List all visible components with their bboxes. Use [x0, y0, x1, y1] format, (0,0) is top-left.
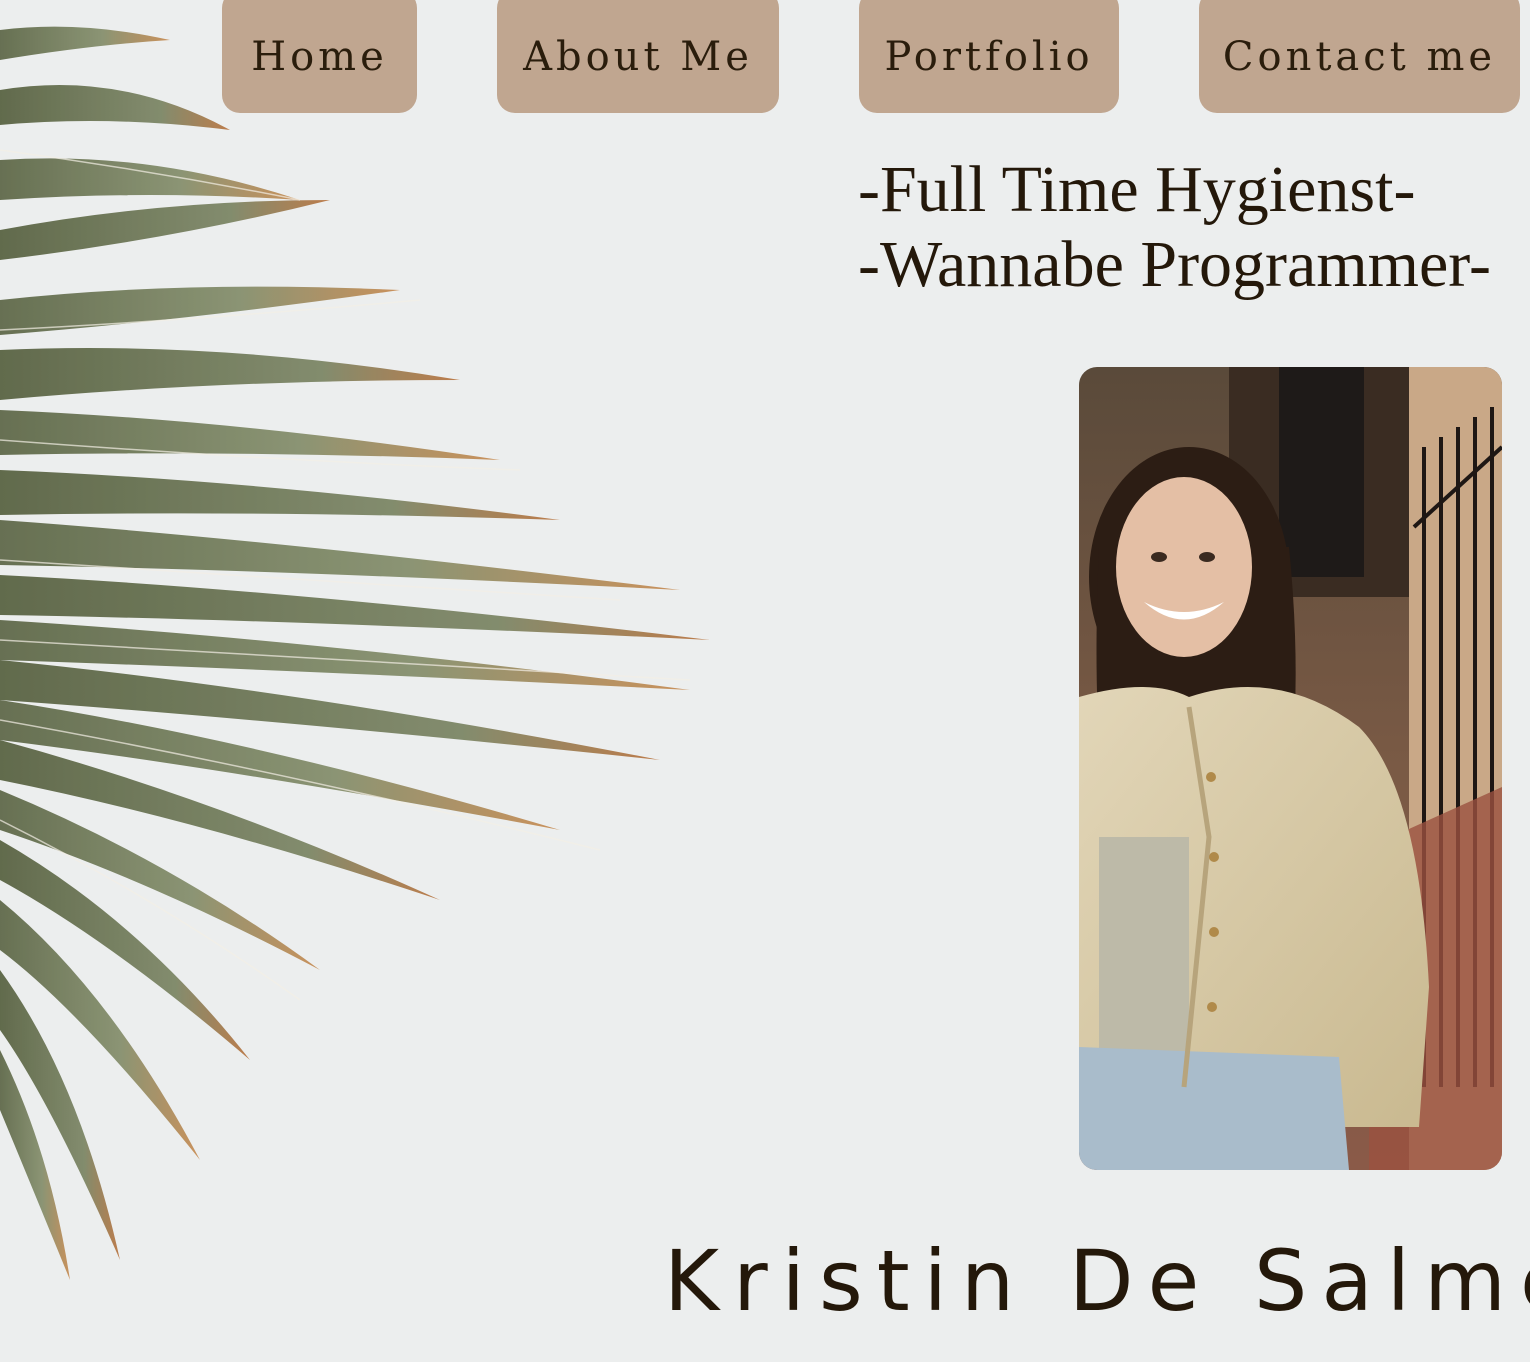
nav-home-label: Home	[251, 33, 388, 80]
hero-tagline: -Full Time Hygienst- -Wannabe Programmer…	[858, 152, 1491, 302]
nav-about-me-button[interactable]: About Me	[497, 0, 779, 113]
hero-name: Kristin De Salme	[664, 1232, 1530, 1330]
top-navigation: Home About Me Portfolio Contact me	[0, 0, 1530, 114]
nav-portfolio-label: Portfolio	[884, 33, 1094, 80]
nav-contact-me-button[interactable]: Contact me	[1199, 0, 1520, 113]
nav-portfolio-button[interactable]: Portfolio	[859, 0, 1119, 113]
nav-about-me-label: About Me	[523, 33, 753, 80]
nav-home-button[interactable]: Home	[222, 0, 417, 113]
profile-photo	[1079, 367, 1502, 1170]
tagline-line-2: -Wannabe Programmer-	[858, 228, 1491, 301]
palm-leaves-background-image	[0, 26, 710, 1280]
tagline-line-1: -Full Time Hygienst-	[858, 153, 1416, 226]
nav-contact-me-label: Contact me	[1222, 33, 1497, 80]
